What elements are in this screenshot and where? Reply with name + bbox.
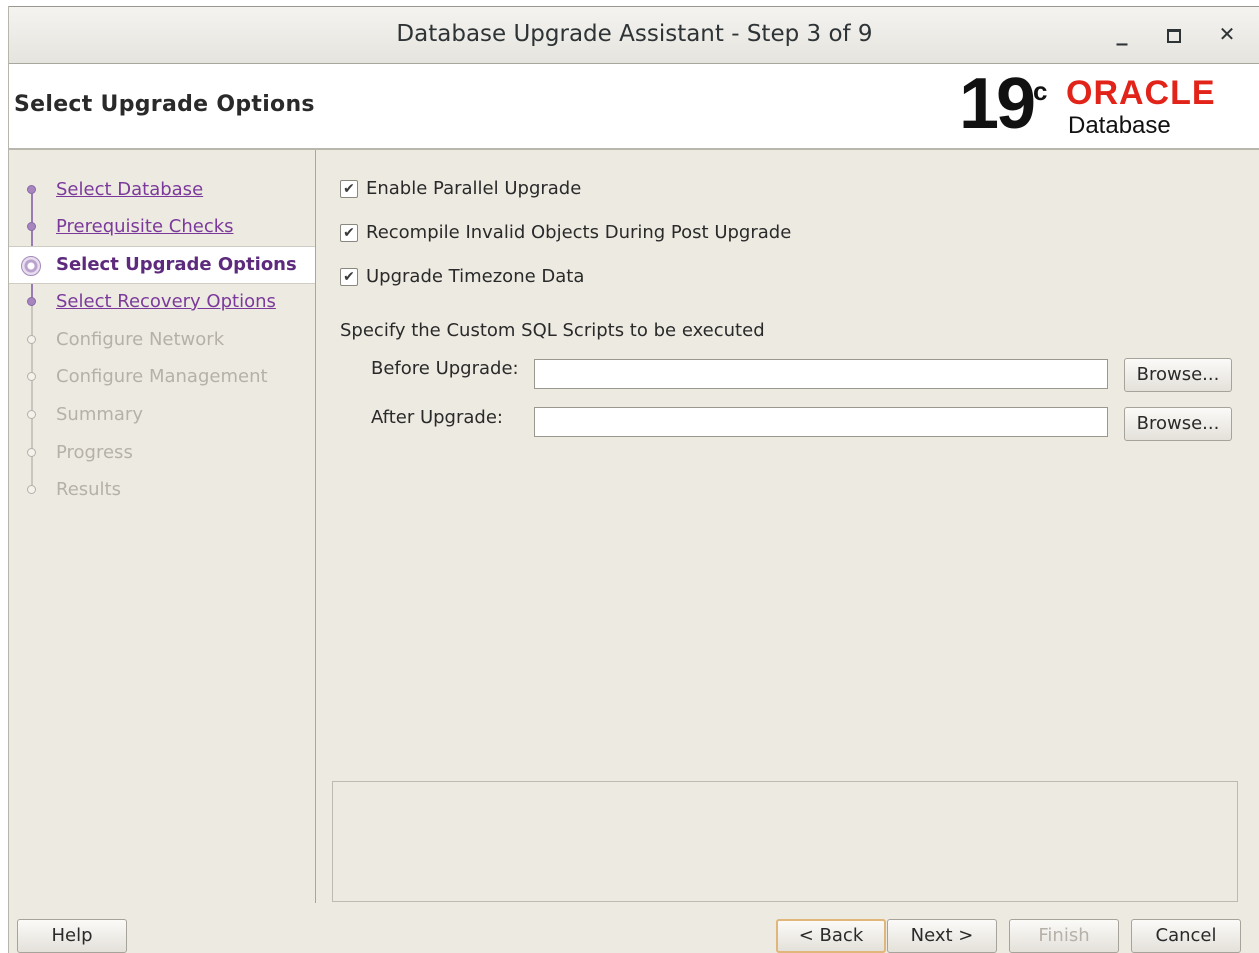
before-upgrade-browse-button[interactable]: Browse... bbox=[1124, 358, 1232, 392]
step-current-marker-icon bbox=[21, 256, 41, 276]
minimize-icon[interactable]: _ bbox=[1107, 19, 1137, 49]
step-select-recovery-options[interactable]: Select Recovery Options bbox=[9, 284, 315, 320]
back-button[interactable]: < Back bbox=[776, 919, 886, 953]
steps-sidebar: Select Database Prerequisite Checks Sele… bbox=[9, 150, 316, 903]
step-marker-icon bbox=[27, 297, 36, 306]
step-select-database[interactable]: Select Database bbox=[9, 172, 315, 208]
step-label: Summary bbox=[56, 404, 143, 425]
step-select-upgrade-options[interactable]: Select Upgrade Options bbox=[9, 246, 315, 284]
checkbox-box[interactable]: ✔ bbox=[340, 224, 358, 242]
wizard-footer: Help < Back Next > Finish Cancel bbox=[9, 903, 1259, 953]
window-title: Database Upgrade Assistant - Step 3 of 9 bbox=[396, 21, 873, 47]
title-bar: Database Upgrade Assistant - Step 3 of 9… bbox=[9, 6, 1259, 64]
step-label: Configure Network bbox=[56, 329, 225, 350]
after-upgrade-script-input[interactable] bbox=[534, 407, 1108, 437]
logo-version-suffix: c bbox=[1033, 76, 1048, 106]
step-results: Results bbox=[9, 472, 315, 508]
step-label: Progress bbox=[56, 442, 133, 463]
maximize-icon[interactable] bbox=[1159, 19, 1189, 49]
help-button[interactable]: Help bbox=[17, 919, 127, 953]
step-label: Select Recovery Options bbox=[56, 291, 276, 312]
checkbox-box[interactable]: ✔ bbox=[340, 268, 358, 286]
logo-brand: ORACLE bbox=[1066, 74, 1216, 112]
custom-sql-scripts-label: Specify the Custom SQL Scripts to be exe… bbox=[340, 320, 765, 341]
checkbox-label: Upgrade Timezone Data bbox=[366, 266, 585, 287]
checkbox-box[interactable]: ✔ bbox=[340, 180, 358, 198]
options-panel: ✔ Enable Parallel Upgrade ✔ Recompile In… bbox=[316, 150, 1259, 903]
step-label: Configure Management bbox=[56, 366, 268, 387]
finish-button: Finish bbox=[1009, 919, 1119, 953]
logo-version: 19 bbox=[959, 64, 1036, 144]
step-label: Select Database bbox=[56, 179, 204, 200]
step-marker-icon bbox=[27, 335, 36, 344]
step-marker-icon bbox=[27, 485, 36, 494]
after-upgrade-browse-button[interactable]: Browse... bbox=[1124, 407, 1232, 441]
step-configure-management: Configure Management bbox=[9, 359, 315, 395]
step-marker-icon bbox=[27, 222, 36, 231]
page-header: Select Upgrade Options 19 c ORACLE Datab… bbox=[9, 64, 1259, 150]
before-upgrade-script-input[interactable] bbox=[534, 359, 1108, 389]
before-upgrade-label: Before Upgrade: bbox=[371, 358, 519, 379]
after-upgrade-label: After Upgrade: bbox=[371, 407, 503, 428]
checkbox-label: Recompile Invalid Objects During Post Up… bbox=[366, 222, 792, 243]
logo-product: Database bbox=[1068, 112, 1171, 139]
step-marker-icon bbox=[27, 185, 36, 194]
cancel-button[interactable]: Cancel bbox=[1131, 919, 1241, 953]
step-prerequisite-checks[interactable]: Prerequisite Checks bbox=[9, 209, 315, 245]
page-title: Select Upgrade Options bbox=[14, 92, 315, 117]
next-button[interactable]: Next > bbox=[887, 919, 997, 953]
close-icon[interactable]: ✕ bbox=[1212, 19, 1242, 49]
dbua-window: Database Upgrade Assistant - Step 3 of 9… bbox=[8, 6, 1259, 953]
step-marker-icon bbox=[27, 372, 36, 381]
checkbox-label: Enable Parallel Upgrade bbox=[366, 178, 582, 199]
step-label: Results bbox=[56, 479, 121, 500]
step-marker-icon bbox=[27, 448, 36, 457]
step-configure-network: Configure Network bbox=[9, 322, 315, 358]
step-progress: Progress bbox=[9, 435, 315, 471]
step-label: Select Upgrade Options bbox=[56, 254, 297, 275]
step-label: Prerequisite Checks bbox=[56, 216, 234, 237]
message-area bbox=[332, 781, 1238, 902]
step-summary: Summary bbox=[9, 397, 315, 433]
step-marker-icon bbox=[27, 410, 36, 419]
